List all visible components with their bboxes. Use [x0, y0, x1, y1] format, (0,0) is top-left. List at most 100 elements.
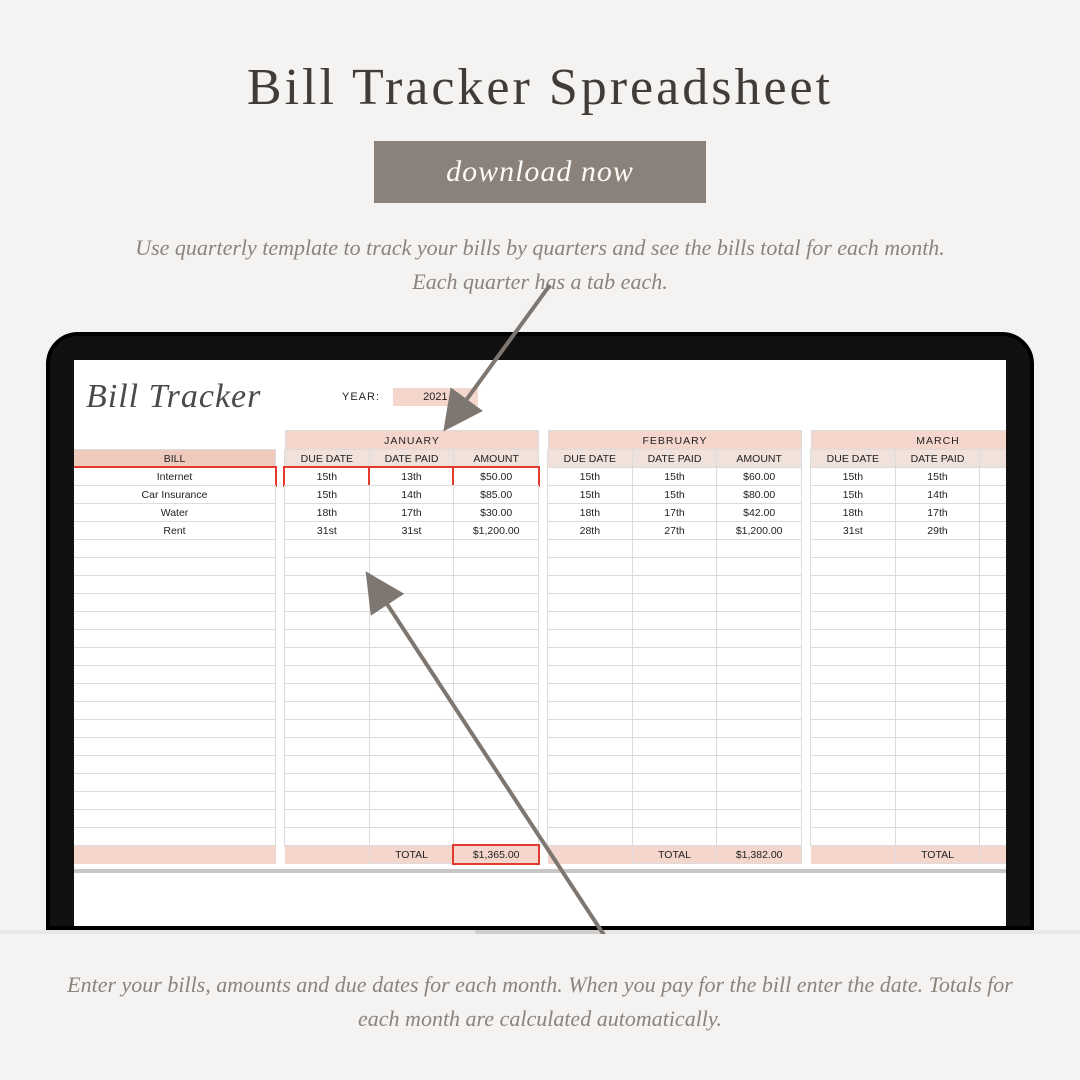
empty-cell[interactable]: .: [74, 647, 276, 666]
empty-cell[interactable]: .: [547, 719, 633, 738]
date-paid-cell[interactable]: 31st: [369, 521, 455, 540]
amount-cell[interactable]: $80.00: [716, 485, 802, 504]
amount-cell[interactable]: $30.00: [453, 503, 539, 522]
bill-name-cell[interactable]: Rent: [74, 521, 276, 540]
empty-cell[interactable]: .: [810, 593, 896, 612]
empty-cell[interactable]: .: [547, 683, 633, 702]
bill-name-cell[interactable]: Water: [74, 503, 276, 522]
empty-cell[interactable]: .: [547, 557, 633, 576]
date-paid-cell[interactable]: 17th: [895, 503, 981, 522]
empty-cell[interactable]: .: [716, 647, 802, 666]
empty-cell[interactable]: .: [547, 791, 633, 810]
empty-cell[interactable]: .: [810, 575, 896, 594]
empty-cell[interactable]: .: [74, 809, 276, 828]
empty-cell[interactable]: .: [547, 773, 633, 792]
empty-cell[interactable]: .: [369, 755, 455, 774]
due-date-cell[interactable]: 18th: [547, 503, 633, 522]
empty-cell[interactable]: .: [74, 665, 276, 684]
empty-cell[interactable]: .: [716, 557, 802, 576]
empty-cell[interactable]: .: [810, 683, 896, 702]
due-date-cell[interactable]: 18th: [284, 503, 370, 522]
empty-cell[interactable]: .: [810, 611, 896, 630]
empty-cell[interactable]: .: [284, 611, 370, 630]
bill-name-cell[interactable]: Car Insurance: [74, 485, 276, 504]
empty-cell[interactable]: .: [547, 611, 633, 630]
empty-cell[interactable]: .: [979, 755, 1006, 774]
empty-cell[interactable]: .: [979, 611, 1006, 630]
empty-cell[interactable]: .: [895, 791, 981, 810]
empty-cell[interactable]: .: [284, 755, 370, 774]
empty-cell[interactable]: .: [284, 629, 370, 648]
empty-cell[interactable]: .: [74, 827, 276, 846]
empty-cell[interactable]: .: [74, 611, 276, 630]
empty-cell[interactable]: .: [453, 791, 539, 810]
empty-cell[interactable]: .: [810, 755, 896, 774]
empty-cell[interactable]: .: [453, 593, 539, 612]
empty-cell[interactable]: .: [895, 539, 981, 558]
empty-cell[interactable]: .: [979, 683, 1006, 702]
date-paid-cell[interactable]: 17th: [632, 503, 718, 522]
empty-cell[interactable]: .: [369, 827, 455, 846]
empty-cell[interactable]: .: [284, 539, 370, 558]
empty-cell[interactable]: .: [74, 683, 276, 702]
amount-cell[interactable]: $42.00: [716, 503, 802, 522]
empty-cell[interactable]: .: [716, 737, 802, 756]
empty-cell[interactable]: .: [632, 557, 718, 576]
due-date-cell[interactable]: 15th: [547, 467, 633, 486]
download-button[interactable]: download now: [374, 141, 706, 203]
empty-cell[interactable]: .: [74, 791, 276, 810]
bill-name-cell[interactable]: Internet: [74, 467, 276, 486]
empty-cell[interactable]: .: [369, 647, 455, 666]
empty-cell[interactable]: .: [284, 719, 370, 738]
empty-cell[interactable]: .: [453, 737, 539, 756]
due-date-cell[interactable]: 15th: [810, 485, 896, 504]
empty-cell[interactable]: .: [284, 647, 370, 666]
empty-cell[interactable]: .: [369, 809, 455, 828]
empty-cell[interactable]: .: [547, 809, 633, 828]
empty-cell[interactable]: .: [547, 755, 633, 774]
empty-cell[interactable]: .: [369, 629, 455, 648]
empty-cell[interactable]: .: [74, 773, 276, 792]
empty-cell[interactable]: .: [632, 683, 718, 702]
empty-cell[interactable]: .: [716, 593, 802, 612]
due-date-cell[interactable]: 31st: [810, 521, 896, 540]
amount-cell[interactable]: $50.00: [453, 467, 539, 486]
empty-cell[interactable]: .: [979, 791, 1006, 810]
empty-cell[interactable]: .: [716, 683, 802, 702]
empty-cell[interactable]: .: [979, 809, 1006, 828]
empty-cell[interactable]: .: [369, 683, 455, 702]
empty-cell[interactable]: .: [74, 737, 276, 756]
empty-cell[interactable]: .: [632, 773, 718, 792]
empty-cell[interactable]: .: [810, 557, 896, 576]
year-value[interactable]: 2021: [393, 388, 477, 406]
date-paid-cell[interactable]: 14th: [369, 485, 455, 504]
empty-cell[interactable]: .: [979, 647, 1006, 666]
empty-cell[interactable]: .: [716, 611, 802, 630]
empty-cell[interactable]: .: [632, 665, 718, 684]
empty-cell[interactable]: .: [716, 701, 802, 720]
empty-cell[interactable]: .: [74, 575, 276, 594]
empty-cell[interactable]: .: [74, 719, 276, 738]
empty-cell[interactable]: .: [810, 737, 896, 756]
empty-cell[interactable]: .: [547, 701, 633, 720]
empty-cell[interactable]: .: [284, 557, 370, 576]
empty-cell[interactable]: .: [74, 629, 276, 648]
date-paid-cell[interactable]: 27th: [632, 521, 718, 540]
amount-cell[interactable]: $85.00: [453, 485, 539, 504]
empty-cell[interactable]: .: [979, 719, 1006, 738]
empty-cell[interactable]: .: [716, 665, 802, 684]
empty-cell[interactable]: .: [810, 665, 896, 684]
empty-cell[interactable]: .: [716, 539, 802, 558]
empty-cell[interactable]: .: [810, 629, 896, 648]
empty-cell[interactable]: .: [716, 791, 802, 810]
empty-cell[interactable]: .: [895, 755, 981, 774]
empty-cell[interactable]: .: [369, 575, 455, 594]
empty-cell[interactable]: .: [547, 575, 633, 594]
empty-cell[interactable]: .: [547, 665, 633, 684]
empty-cell[interactable]: .: [284, 809, 370, 828]
empty-cell[interactable]: .: [979, 701, 1006, 720]
empty-cell[interactable]: .: [453, 701, 539, 720]
empty-cell[interactable]: .: [369, 665, 455, 684]
empty-cell[interactable]: .: [895, 611, 981, 630]
empty-cell[interactable]: .: [453, 647, 539, 666]
